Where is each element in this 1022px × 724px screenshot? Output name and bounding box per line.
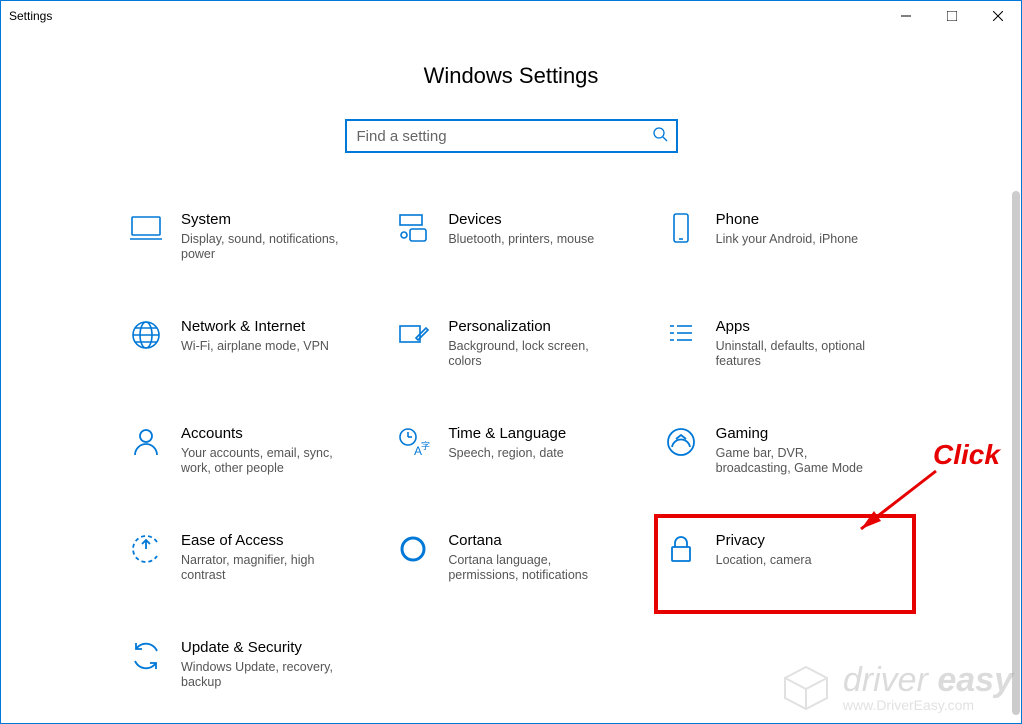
search-input[interactable] (357, 128, 652, 145)
window-title: Settings (9, 9, 52, 23)
cortana-icon (396, 532, 430, 566)
tile-subtitle: Wi-Fi, airplane mode, VPN (181, 339, 329, 354)
tile-title: Devices (448, 211, 594, 229)
personalization-icon (396, 318, 430, 352)
maximize-icon (947, 11, 957, 21)
search-icon (652, 126, 668, 147)
phone-icon (664, 211, 698, 245)
tile-title: Privacy (716, 532, 812, 550)
gaming-icon (664, 425, 698, 459)
tile-title: Network & Internet (181, 318, 329, 336)
tile-title: System (181, 211, 341, 229)
devices-icon (396, 211, 430, 245)
tile-title: Apps (716, 318, 876, 336)
tile-subtitle: Narrator, magnifier, high contrast (181, 553, 341, 583)
update-icon (129, 639, 163, 673)
tile-system[interactable]: System Display, sound, notifications, po… (129, 211, 376, 262)
tile-subtitle: Game bar, DVR, broadcasting, Game Mode (716, 446, 876, 476)
titlebar: Settings (1, 1, 1021, 31)
minimize-button[interactable] (883, 1, 929, 31)
page-title: Windows Settings (1, 63, 1021, 89)
tile-title: Phone (716, 211, 858, 229)
tile-subtitle: Cortana language, permissions, notificat… (448, 553, 608, 583)
tile-title: Gaming (716, 425, 876, 443)
tile-title: Ease of Access (181, 532, 341, 550)
settings-grid: System Display, sound, notifications, po… (129, 211, 911, 690)
tile-title: Personalization (448, 318, 608, 336)
ease-of-access-icon (129, 532, 163, 566)
tile-gaming[interactable]: Gaming Game bar, DVR, broadcasting, Game… (664, 425, 911, 476)
tile-title: Cortana (448, 532, 608, 550)
tile-personalization[interactable]: Personalization Background, lock screen,… (396, 318, 643, 369)
minimize-icon (901, 11, 911, 21)
tile-ease-of-access[interactable]: Ease of Access Narrator, magnifier, high… (129, 532, 376, 583)
tile-cortana[interactable]: Cortana Cortana language, permissions, n… (396, 532, 643, 583)
tile-title: Time & Language (448, 425, 566, 443)
tile-subtitle: Windows Update, recovery, backup (181, 660, 341, 690)
tile-subtitle: Your accounts, email, sync, work, other … (181, 446, 341, 476)
svg-text:字: 字 (421, 440, 430, 451)
tile-subtitle: Uninstall, defaults, optional features (716, 339, 876, 369)
watermark-url: www.DriverEasy.com (843, 697, 1013, 713)
annotation-label: Click (933, 439, 1000, 471)
tile-subtitle: Bluetooth, printers, mouse (448, 232, 594, 247)
tile-network[interactable]: Network & Internet Wi-Fi, airplane mode,… (129, 318, 376, 369)
tile-update[interactable]: Update & Security Windows Update, recove… (129, 639, 376, 690)
tile-phone[interactable]: Phone Link your Android, iPhone (664, 211, 911, 262)
tile-subtitle: Display, sound, notifications, power (181, 232, 341, 262)
tile-subtitle: Location, camera (716, 553, 812, 568)
system-icon (129, 211, 163, 245)
search-box[interactable] (345, 119, 678, 153)
close-button[interactable] (975, 1, 1021, 31)
apps-icon (664, 318, 698, 352)
privacy-icon (664, 532, 698, 566)
tile-title: Update & Security (181, 639, 341, 657)
scrollbar[interactable] (1012, 191, 1020, 715)
window-controls (883, 1, 1021, 31)
tile-subtitle: Background, lock screen, colors (448, 339, 608, 369)
accounts-icon (129, 425, 163, 459)
close-icon (993, 11, 1003, 21)
maximize-button[interactable] (929, 1, 975, 31)
tile-subtitle: Speech, region, date (448, 446, 566, 461)
tile-apps[interactable]: Apps Uninstall, defaults, optional featu… (664, 318, 911, 369)
tile-devices[interactable]: Devices Bluetooth, printers, mouse (396, 211, 643, 262)
tile-privacy[interactable]: Privacy Location, camera (664, 532, 911, 583)
time-language-icon: A字 (396, 425, 430, 459)
tile-subtitle: Link your Android, iPhone (716, 232, 858, 247)
tile-accounts[interactable]: Accounts Your accounts, email, sync, wor… (129, 425, 376, 476)
network-icon (129, 318, 163, 352)
tile-time[interactable]: A字 Time & Language Speech, region, date (396, 425, 643, 476)
tile-title: Accounts (181, 425, 341, 443)
